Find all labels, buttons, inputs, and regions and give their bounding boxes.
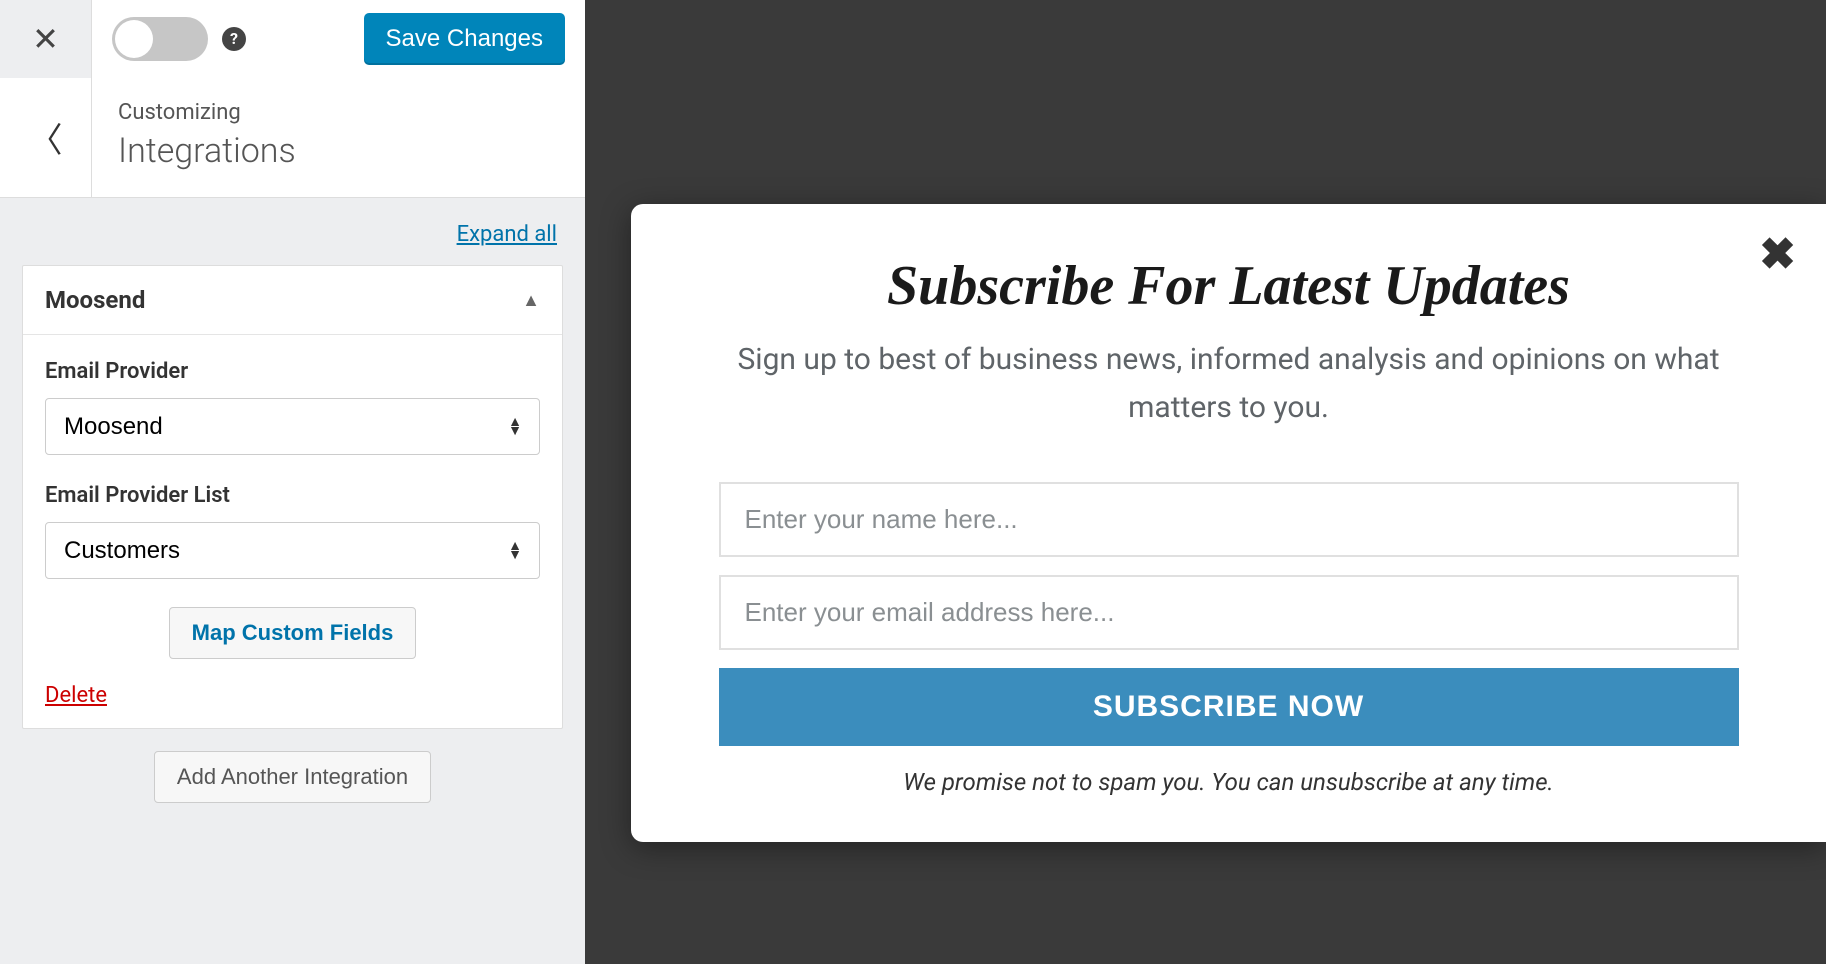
chevron-left-icon: 〈 xyxy=(29,113,63,162)
popup-subtitle: Sign up to best of business news, inform… xyxy=(701,336,1756,432)
panel-header[interactable]: Moosend ▲ xyxy=(23,266,562,335)
email-list-select[interactable]: Customers xyxy=(45,522,540,579)
email-provider-select-wrap: Moosend ▲▼ xyxy=(45,398,540,455)
toggle-knob xyxy=(115,20,153,58)
preview-area: ✖ Subscribe For Latest Updates Sign up t… xyxy=(585,0,1826,964)
email-input[interactable] xyxy=(719,575,1739,650)
close-icon: ✕ xyxy=(32,20,59,58)
expand-row: Expand all xyxy=(0,198,585,265)
page-title: Integrations xyxy=(118,131,559,171)
add-integration-button[interactable]: Add Another Integration xyxy=(154,751,431,803)
panel-body: Email Provider Moosend ▲▼ Email Provider… xyxy=(23,335,562,728)
name-input[interactable] xyxy=(719,482,1739,557)
help-icon[interactable]: ? xyxy=(222,27,246,51)
email-list-select-wrap: Customers ▲▼ xyxy=(45,522,540,579)
popup-title: Subscribe For Latest Updates xyxy=(701,254,1756,318)
email-provider-select[interactable]: Moosend xyxy=(45,398,540,455)
title-row: 〈 Customizing Integrations xyxy=(0,78,585,198)
save-button[interactable]: Save Changes xyxy=(364,13,565,65)
enable-toggle[interactable] xyxy=(112,17,208,61)
email-list-label: Email Provider List xyxy=(45,483,540,508)
close-customizer-button[interactable]: ✕ xyxy=(0,0,92,78)
email-provider-label: Email Provider xyxy=(45,359,540,384)
subscribe-popup: ✖ Subscribe For Latest Updates Sign up t… xyxy=(631,204,1826,842)
delete-link[interactable]: Delete xyxy=(45,683,107,708)
integration-panel: Moosend ▲ Email Provider Moosend ▲▼ Emai… xyxy=(22,265,563,729)
breadcrumb: Customizing xyxy=(118,100,559,125)
panel-title: Moosend xyxy=(45,286,145,314)
caret-up-icon: ▲ xyxy=(522,290,540,311)
customizer-sidebar: ✕ ? Save Changes 〈 Customizing Integrati… xyxy=(0,0,585,964)
back-button[interactable]: 〈 xyxy=(0,78,92,197)
subscribe-form: SUBSCRIBE NOW xyxy=(719,482,1739,746)
map-custom-fields-button[interactable]: Map Custom Fields xyxy=(169,607,417,659)
header-controls: ? Save Changes xyxy=(92,0,585,78)
popup-footnote: We promise not to spam you. You can unsu… xyxy=(701,768,1756,796)
close-icon: ✖ xyxy=(1759,228,1796,280)
title-block: Customizing Integrations xyxy=(92,78,585,197)
popup-close-button[interactable]: ✖ xyxy=(1759,228,1796,280)
sidebar-header: ✕ ? Save Changes xyxy=(0,0,585,78)
subscribe-button[interactable]: SUBSCRIBE NOW xyxy=(719,668,1739,746)
expand-all-link[interactable]: Expand all xyxy=(457,222,557,247)
